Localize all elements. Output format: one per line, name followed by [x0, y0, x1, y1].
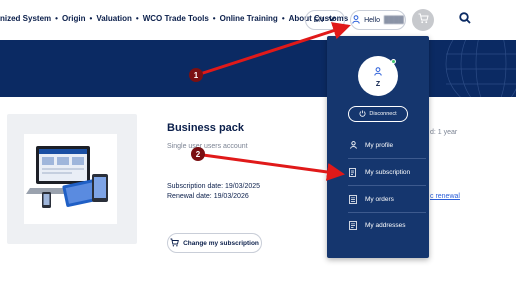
annotation-arrow-2	[202, 153, 345, 181]
menu-divider	[348, 158, 426, 159]
nav-link-valuation[interactable]: Valuation	[96, 14, 132, 23]
globe-graphic	[445, 40, 516, 97]
avatar-initial: Z	[375, 81, 381, 88]
pack-title: Business pack	[167, 122, 245, 134]
annotation-marker-2-label: 2	[196, 150, 201, 159]
user-icon	[352, 14, 360, 26]
nav-link-wco-trade-tools[interactable]: WCO Trade Tools	[143, 14, 209, 23]
menu-item-label: My addresses	[365, 221, 406, 229]
nav-separator: •	[281, 14, 285, 23]
nav-separator: •	[212, 14, 216, 23]
cart-icon	[418, 11, 429, 29]
avatar: Z	[358, 56, 398, 96]
nav-links: nized System • Origin • Valuation • WCO …	[0, 14, 348, 23]
disconnect-label: Disconnect	[369, 111, 397, 117]
user-name-blurred: ████	[384, 16, 404, 24]
document-icon	[348, 167, 358, 177]
product-image	[24, 134, 117, 224]
menu-item-my-profile[interactable]: My profile	[348, 134, 426, 156]
nav-separator: •	[55, 14, 58, 23]
subscription-date: Subscription date: 19/03/2025	[167, 183, 261, 190]
change-subscription-button[interactable]: Change my subscription	[167, 233, 262, 253]
person-icon	[348, 141, 358, 149]
nav-link-origin[interactable]: Origin	[62, 14, 86, 23]
address-icon	[348, 220, 358, 230]
user-greeting: Hello	[364, 16, 381, 24]
nav-link-online-training[interactable]: Online Training	[220, 14, 278, 23]
menu-divider	[348, 185, 426, 186]
person-icon	[374, 63, 382, 81]
cart-add-icon	[170, 238, 179, 249]
menu-item-my-orders[interactable]: My orders	[348, 188, 426, 210]
subscription-period: d: 1 year	[430, 129, 458, 136]
page-banner	[0, 40, 516, 97]
cart-button[interactable]	[412, 9, 434, 31]
nav-separator: •	[135, 14, 139, 23]
nav-link-harmonized-system[interactable]: nized System	[0, 14, 51, 23]
top-navigation: nized System • Origin • Valuation • WCO …	[0, 0, 516, 40]
search-button[interactable]	[456, 11, 474, 29]
menu-item-label: My profile	[365, 141, 394, 149]
nav-separator: •	[89, 14, 93, 23]
chevron-down-icon	[328, 16, 336, 24]
language-value: EN	[313, 16, 324, 24]
search-icon	[459, 11, 471, 29]
auto-renewal-link[interactable]: c renewal	[430, 193, 460, 200]
list-icon	[348, 194, 358, 204]
power-icon	[359, 110, 366, 119]
menu-item-label: My orders	[365, 195, 394, 203]
online-status-dot	[391, 59, 396, 64]
menu-item-my-subscription[interactable]: My subscription	[348, 161, 426, 183]
renewal-date: Renewal date: 19/03/2026	[167, 193, 249, 200]
change-subscription-label: Change my subscription	[183, 239, 259, 247]
menu-item-my-addresses[interactable]: My addresses	[348, 214, 426, 236]
language-select[interactable]: EN	[305, 10, 345, 30]
pack-subtitle: Single user users account	[167, 143, 248, 150]
disconnect-button[interactable]: Disconnect	[348, 106, 408, 122]
user-account-button[interactable]: Hello ████	[350, 10, 406, 30]
menu-divider	[348, 212, 426, 213]
menu-item-label: My subscription	[365, 168, 411, 176]
